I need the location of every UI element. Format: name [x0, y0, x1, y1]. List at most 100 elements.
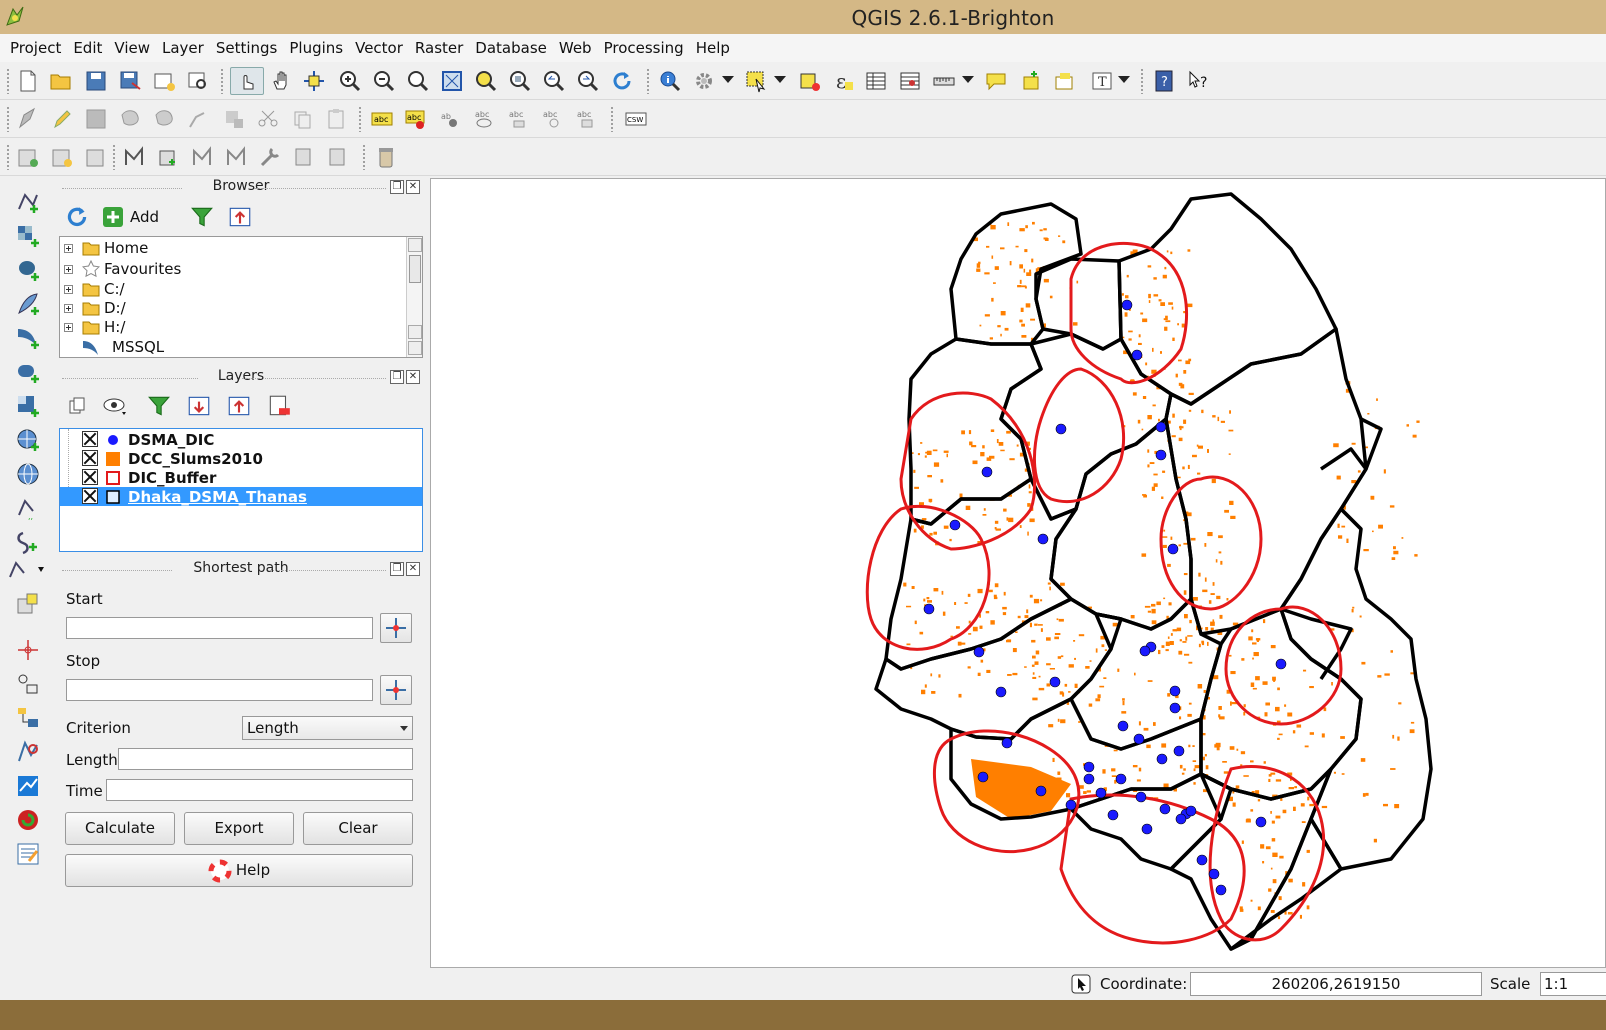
layer-labeling-button[interactable]: abc: [368, 105, 396, 133]
menu-database[interactable]: Database: [469, 39, 553, 57]
vector-tool-4-button[interactable]: [222, 143, 250, 171]
add-wfs-layer-button[interactable]: [14, 460, 42, 488]
expand-icon[interactable]: [64, 284, 73, 294]
vector-tool-6-button[interactable]: [290, 143, 318, 171]
stop-point-input[interactable]: [66, 679, 373, 701]
add-spatialite-layer-button[interactable]: [14, 290, 42, 318]
map-canvas[interactable]: [430, 178, 1606, 968]
delete-selected-button[interactable]: [220, 105, 248, 133]
run-feature-action-button[interactable]: [690, 67, 718, 95]
new-print-composer-button[interactable]: [150, 67, 178, 95]
layer-visibility-checkbox[interactable]: [82, 450, 98, 466]
add-selected-layers-button[interactable]: Add: [102, 206, 159, 228]
toolbar-grip[interactable]: [6, 106, 10, 132]
close-panel-button[interactable]: ✕: [406, 370, 420, 384]
coordinate-field[interactable]: 260206,2619150: [1190, 972, 1482, 996]
chevron-down-icon[interactable]: [722, 76, 734, 83]
measure-button[interactable]: [930, 67, 958, 95]
menu-project[interactable]: Project: [4, 39, 67, 57]
close-panel-button[interactable]: ✕: [406, 180, 420, 194]
deselect-features-button[interactable]: [796, 67, 824, 95]
touch-zoom-pan-button[interactable]: [230, 67, 264, 95]
vector-tool-2-button[interactable]: [154, 143, 182, 171]
new-shapefile-layer-button[interactable]: [14, 528, 42, 556]
vector-tool-7-button[interactable]: [324, 143, 352, 171]
refresh-button[interactable]: [608, 67, 636, 95]
calculate-button[interactable]: Calculate: [65, 812, 175, 845]
capture-stop-point-button[interactable]: [380, 675, 412, 705]
paste-features-button[interactable]: [322, 105, 350, 133]
toggle-editing-button[interactable]: [48, 105, 76, 133]
add-postgis-layer-button[interactable]: [14, 256, 42, 284]
add-delimited-text-layer-button[interactable]: ,,: [14, 494, 42, 522]
rotate-label-button[interactable]: abc: [538, 105, 566, 133]
select-by-expression-button[interactable]: ε: [830, 67, 858, 95]
layer-row-dhaka-dsma-thanas[interactable]: Dhaka_DSMA_Thanas: [60, 487, 422, 506]
identify-features-button[interactable]: [656, 67, 684, 95]
zoom-out-button[interactable]: [370, 67, 398, 95]
close-panel-button[interactable]: ✕: [406, 562, 420, 576]
menu-settings[interactable]: Settings: [210, 39, 284, 57]
attribute-table-button[interactable]: [862, 67, 890, 95]
scroll-up-arrow[interactable]: [408, 238, 422, 252]
layer-visibility-checkbox[interactable]: [82, 488, 98, 504]
time-output-field[interactable]: [106, 779, 413, 801]
add-wms-layer-button[interactable]: [14, 392, 42, 420]
layer-row-dcc-slums2010[interactable]: DCC_Slums2010: [60, 449, 422, 468]
zoom-last-button[interactable]: [540, 67, 568, 95]
add-point-button[interactable]: [14, 636, 42, 664]
layer-row-dic-buffer[interactable]: DIC_Buffer: [60, 468, 422, 487]
scroll-down-arrow[interactable]: [408, 341, 422, 355]
scroll-up-arrow[interactable]: [408, 325, 422, 339]
zoom-in-button[interactable]: [336, 67, 364, 95]
chevron-down-icon[interactable]: [1118, 76, 1130, 83]
gps-tools-button[interactable]: [14, 738, 42, 766]
add-wcs-layer-button[interactable]: [14, 426, 42, 454]
toolbar-grip[interactable]: [362, 144, 366, 170]
expand-all-icon[interactable]: [186, 393, 212, 419]
add-virtual-layer-button[interactable]: [14, 590, 42, 618]
clear-button[interactable]: Clear: [303, 812, 413, 845]
highlight-pinned-labels-button[interactable]: ab: [436, 105, 464, 133]
save-project-button[interactable]: [82, 67, 110, 95]
add-vector-layer-button[interactable]: [14, 188, 42, 216]
zoom-full-button[interactable]: [438, 67, 466, 95]
node-tool-button[interactable]: [184, 105, 212, 133]
vector-tool-3-button[interactable]: [188, 143, 216, 171]
menu-vector[interactable]: Vector: [349, 39, 409, 57]
db-tool-2-button[interactable]: [48, 143, 76, 171]
expand-icon[interactable]: [64, 264, 73, 274]
start-point-input[interactable]: [66, 617, 373, 639]
browser-scrollbar[interactable]: [406, 237, 422, 357]
heatmap-button[interactable]: [14, 772, 42, 800]
visibility-eye-icon[interactable]: [102, 394, 132, 418]
toolbar-grip[interactable]: [220, 68, 224, 94]
csw-button[interactable]: CSW: [622, 105, 650, 133]
layer-visibility-checkbox[interactable]: [82, 469, 98, 485]
menu-web[interactable]: Web: [553, 39, 598, 57]
cut-features-button[interactable]: [254, 105, 282, 133]
zoom-to-selection-button[interactable]: [472, 67, 500, 95]
help-contents-button[interactable]: ?: [1150, 67, 1178, 95]
menu-edit[interactable]: Edit: [67, 39, 108, 57]
scroll-thumb[interactable]: [409, 255, 421, 283]
menu-layer[interactable]: Layer: [156, 39, 210, 57]
add-feature-button[interactable]: [116, 105, 144, 133]
length-output-field[interactable]: [118, 748, 413, 770]
filter-funnel-icon[interactable]: [146, 393, 172, 419]
move-label-button[interactable]: abc: [504, 105, 532, 133]
save-as-button[interactable]: [116, 67, 144, 95]
db-tool-1-button[interactable]: [14, 143, 42, 171]
float-panel-button[interactable]: ❐: [390, 180, 404, 194]
open-project-button[interactable]: [47, 67, 75, 95]
show-hide-labels-button[interactable]: abc: [470, 105, 498, 133]
coordinate-capture-button[interactable]: [14, 670, 42, 698]
chevron-down-icon[interactable]: [774, 76, 786, 83]
add-group-icon[interactable]: [66, 395, 88, 417]
expand-icon[interactable]: [64, 322, 73, 332]
collapse-all-icon[interactable]: [227, 204, 253, 230]
chevron-down-icon[interactable]: [962, 76, 974, 83]
help-button[interactable]: Help: [65, 854, 413, 887]
scale-field[interactable]: 1:1: [1540, 972, 1606, 996]
field-calculator-button[interactable]: [896, 67, 924, 95]
